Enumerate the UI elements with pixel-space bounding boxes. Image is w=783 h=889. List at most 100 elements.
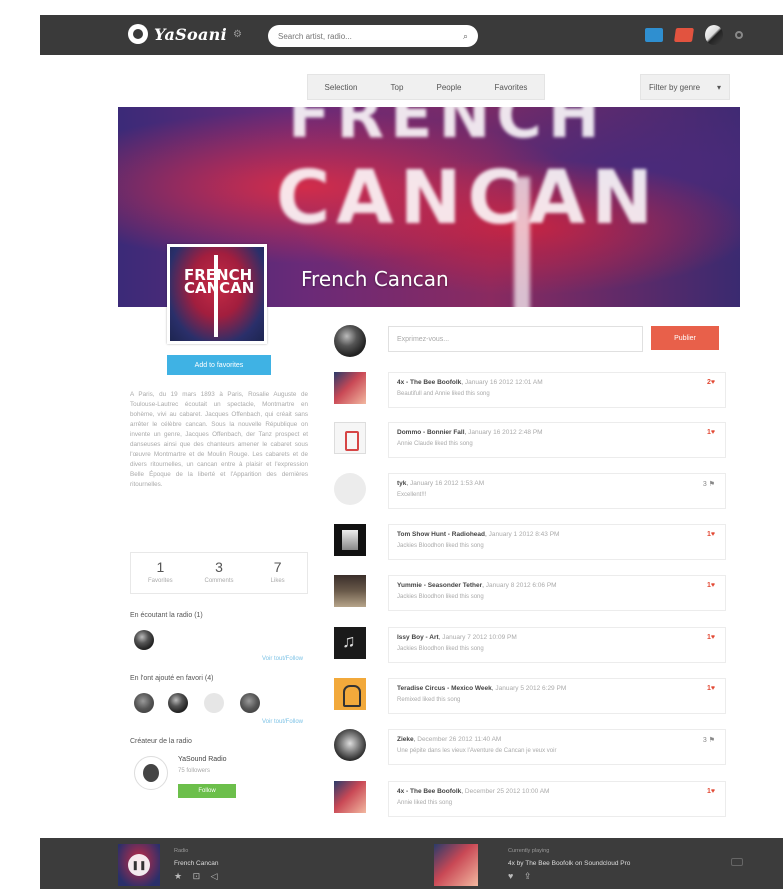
- feed-title[interactable]: Dommo - Bonnier Fall: [397, 429, 465, 436]
- fan-avatar-1[interactable]: [134, 693, 154, 713]
- player-radio-controls[interactable]: ★ ⊡ ◁: [174, 871, 222, 882]
- feed-card: 4x - The Bee Boofolk, January 16 2012 12…: [388, 372, 726, 408]
- feed-title[interactable]: Issy Boy - Art: [397, 634, 439, 641]
- pause-icon[interactable]: ❚❚: [128, 854, 150, 876]
- radio-description: A Paris, du 19 mars 1893 à Paris, Rosali…: [130, 391, 308, 488]
- feed-title[interactable]: Teradise Circus - Mexico Week: [397, 685, 492, 692]
- feed-item: 4x - The Bee Boofolk, January 16 2012 12…: [334, 372, 726, 410]
- player-track-label: Currently playing: [508, 848, 550, 854]
- search-icon[interactable]: ⌕: [463, 31, 468, 42]
- stat-likes-count: 7: [273, 559, 282, 575]
- like-count[interactable]: 1♥: [707, 582, 715, 589]
- feed-date: January 16 2012 12:01 AM: [464, 379, 543, 386]
- stat-favorites[interactable]: 1 Favorites: [131, 553, 190, 593]
- feed-title[interactable]: Zieke: [397, 736, 414, 743]
- chevron-down-icon: ▾: [716, 82, 721, 92]
- see-all-fans-link[interactable]: Voir tout/Follow: [262, 719, 303, 725]
- user-avatar[interactable]: [334, 729, 366, 761]
- feed-date: January 1 2012 8:43 PM: [488, 531, 560, 538]
- search-input[interactable]: [278, 31, 448, 41]
- radio-stats: 1 Favorites 3 Comments 7 Likes: [130, 552, 308, 594]
- comment-count[interactable]: 3 ⚑: [703, 736, 715, 744]
- feed-date: January 8 2012 6:06 PM: [485, 582, 557, 589]
- radio-cover-image: FRENCH CANCAN: [167, 244, 267, 344]
- fan-avatar-4[interactable]: [240, 693, 260, 713]
- genre-filter-label: Filter by genre: [649, 82, 701, 92]
- feed-item: Issy Boy - Art, January 7 2012 10:09 PM …: [334, 627, 726, 665]
- genre-filter-dropdown[interactable]: Filter by genre ▾: [640, 74, 730, 100]
- banner-art-text-1: FRENCH: [288, 107, 606, 152]
- player-track-title[interactable]: 4x by The Bee Boofolk on Soundcloud Pro: [508, 860, 630, 867]
- post-input[interactable]: Exprimez-vous...: [388, 326, 643, 352]
- banner-figure: [514, 177, 530, 307]
- comment-count[interactable]: 3 ⚑: [703, 480, 715, 488]
- track-thumbnail[interactable]: [334, 422, 366, 454]
- listener-avatar[interactable]: [134, 630, 154, 650]
- notifications-icon[interactable]: [674, 28, 694, 42]
- top-icons: [645, 25, 743, 45]
- like-count[interactable]: 1♥: [707, 788, 715, 795]
- like-count[interactable]: 1♥: [707, 531, 715, 538]
- creator-name[interactable]: YaSound Radio: [178, 756, 227, 763]
- player-radio-title[interactable]: French Cancan: [174, 860, 218, 867]
- feed-item: tyk, January 16 2012 1:53 AM Excellent!!…: [334, 473, 726, 511]
- track-thumbnail[interactable]: [334, 575, 366, 607]
- stat-likes-label: Likes: [270, 578, 285, 584]
- logo-text: YaSoani: [154, 24, 227, 44]
- stat-comments[interactable]: 3 Comments: [190, 553, 249, 593]
- tab-selection[interactable]: Selection: [325, 83, 358, 92]
- player-track-controls[interactable]: ♥ ⇪: [508, 871, 535, 882]
- see-all-listeners-link[interactable]: Voir tout/Follow: [262, 656, 303, 662]
- user-avatar-icon[interactable]: [705, 25, 723, 45]
- fan-avatar-2[interactable]: [168, 693, 188, 713]
- tab-top[interactable]: Top: [391, 83, 404, 92]
- settings-icon[interactable]: [735, 31, 743, 39]
- player-bar: ❚❚ Radio French Cancan ★ ⊡ ◁ Currently p…: [40, 838, 783, 889]
- like-count[interactable]: 2♥: [707, 379, 715, 386]
- feed-title[interactable]: 4x - The Bee Boofolk: [397, 379, 461, 386]
- like-count[interactable]: 1♥: [707, 685, 715, 692]
- messages-icon[interactable]: [645, 28, 663, 42]
- feed-subtitle: Excellent!!!: [397, 492, 427, 498]
- track-thumbnail[interactable]: [334, 372, 366, 404]
- publish-button[interactable]: Publier: [651, 326, 719, 350]
- follow-button[interactable]: Follow: [178, 784, 236, 798]
- player-radio-label: Radio: [174, 848, 189, 854]
- feed-card: Yummie - Seasonder Tether, January 8 201…: [388, 575, 726, 611]
- feed-title[interactable]: Tom Show Hunt - Radiohead: [397, 531, 485, 538]
- add-to-favorites-button[interactable]: Add to favorites: [167, 355, 271, 375]
- feed-card: Dommo - Bonnier Fall, January 16 2012 2:…: [388, 422, 726, 458]
- like-count[interactable]: 1♥: [707, 429, 715, 436]
- track-thumbnail[interactable]: [334, 627, 366, 659]
- user-avatar[interactable]: [334, 473, 366, 505]
- like-count[interactable]: 1♥: [707, 634, 715, 641]
- track-thumbnail[interactable]: [334, 781, 366, 813]
- feed-title[interactable]: tyk: [397, 480, 406, 487]
- logo[interactable]: YaSoani ⚙: [128, 24, 242, 44]
- tab-people[interactable]: People: [437, 83, 462, 92]
- creator-logo-icon: [143, 764, 159, 782]
- fan-avatar-3[interactable]: [204, 693, 224, 713]
- feed-card: tyk, January 16 2012 1:53 AM Excellent!!…: [388, 473, 726, 509]
- feed-item: Tom Show Hunt - Radiohead, January 1 201…: [334, 524, 726, 562]
- tab-favorites[interactable]: Favorites: [495, 83, 528, 92]
- feed-title[interactable]: Yummie - Seasonder Tether: [397, 582, 482, 589]
- feed-subtitle: Beautifull and Annie liked this song: [397, 391, 490, 397]
- feed-date: January 7 2012 10:09 PM: [442, 634, 517, 641]
- feed-date: December 25 2012 10:00 AM: [464, 788, 550, 795]
- feed-card: Issy Boy - Art, January 7 2012 10:09 PM …: [388, 627, 726, 663]
- logo-dropdown-icon[interactable]: ⚙: [233, 29, 242, 40]
- player-track-cover[interactable]: [434, 844, 478, 886]
- feed-date: January 5 2012 6:29 PM: [495, 685, 567, 692]
- feed-title[interactable]: 4x - The Bee Boofolk: [397, 788, 461, 795]
- player-expand-icon[interactable]: [731, 858, 743, 866]
- creator-avatar[interactable]: [134, 756, 168, 790]
- track-thumbnail[interactable]: [334, 524, 366, 556]
- stat-likes[interactable]: 7 Likes: [248, 553, 307, 593]
- stat-favorites-count: 1: [156, 559, 165, 575]
- feed-subtitle: Jackies Bloodhon liked this song: [397, 594, 484, 600]
- feed-subtitle: Une pépite dans les vieux l'Aventure de …: [397, 748, 557, 754]
- search-box[interactable]: ⌕: [268, 25, 478, 47]
- track-thumbnail[interactable]: [334, 678, 366, 710]
- cover-text: FRENCH CANCAN: [184, 266, 255, 297]
